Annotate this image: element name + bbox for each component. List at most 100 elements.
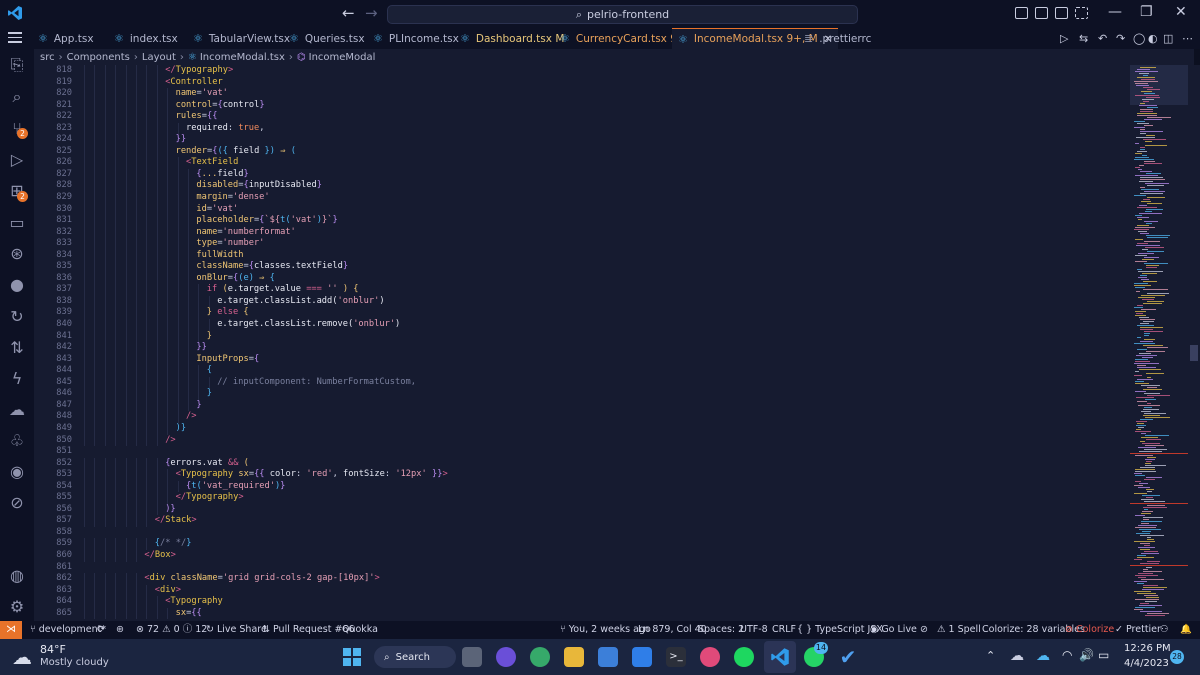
indentation-status[interactable]: Spaces: 2 bbox=[698, 621, 744, 639]
live-share-status[interactable]: ↻ Live Share bbox=[206, 621, 267, 639]
sync-icon[interactable]: ⟳ bbox=[97, 621, 105, 639]
code-line[interactable]: {errors.vat && ( bbox=[82, 457, 1122, 470]
code-line[interactable]: <Typography sx={{ color: 'red', fontSize… bbox=[82, 469, 1122, 481]
breadcrumb-layout[interactable]: Layout bbox=[142, 52, 176, 63]
code-line[interactable]: } bbox=[82, 388, 1122, 400]
minimize-icon[interactable]: — bbox=[1108, 4, 1122, 20]
back-arrow-icon[interactable]: ← bbox=[342, 5, 355, 21]
run-debug-icon[interactable]: ▷ bbox=[7, 150, 27, 170]
file-explorer-icon[interactable] bbox=[564, 647, 584, 667]
battery-icon[interactable]: ▭ bbox=[1098, 648, 1109, 662]
code-line[interactable]: <div> bbox=[82, 584, 1122, 597]
teams-chat-icon[interactable] bbox=[496, 647, 516, 667]
clock-date[interactable]: 4/4/2023 bbox=[1124, 658, 1169, 669]
tree-icon[interactable]: ♧ bbox=[7, 431, 27, 451]
temperature[interactable]: 84°F bbox=[40, 643, 66, 656]
slack-icon[interactable] bbox=[700, 647, 720, 667]
cursor-position[interactable]: Ln 879, Col 40 bbox=[638, 621, 707, 639]
breadcrumb-components[interactable]: Components bbox=[67, 52, 130, 63]
remote-indicator-icon[interactable]: ⋊ bbox=[0, 621, 22, 639]
minimap[interactable] bbox=[1130, 65, 1188, 621]
task-view-icon[interactable] bbox=[462, 647, 482, 667]
edge-tools-icon[interactable]: ◉ bbox=[7, 462, 27, 482]
vertical-scrollbar[interactable] bbox=[1188, 65, 1200, 621]
code-line[interactable]: sx={{ bbox=[82, 607, 1122, 620]
remote-explorer-icon[interactable]: ▭ bbox=[7, 213, 27, 233]
code-line[interactable]: </Stack> bbox=[82, 515, 1122, 527]
code-line[interactable]: }} bbox=[82, 134, 1122, 146]
breadcrumb-file[interactable]: IncomeModal.tsx bbox=[200, 52, 285, 63]
vscode-logo-icon[interactable] bbox=[7, 5, 23, 21]
code-line[interactable]: {t('vat_required')} bbox=[82, 480, 1122, 493]
vscode-taskbar-button[interactable] bbox=[764, 641, 796, 673]
toggle-primary-sidebar-icon[interactable] bbox=[1015, 7, 1028, 19]
code-line[interactable]: disabled={inputDisabled} bbox=[82, 180, 1122, 193]
go-live-status[interactable]: ◉ Go Live bbox=[870, 621, 917, 639]
todo-check-icon[interactable]: ✔ bbox=[838, 647, 858, 667]
tab-index[interactable]: ⚛ index.tsx bbox=[114, 28, 178, 49]
tab-queries[interactable]: ⚛ Queries.tsx bbox=[289, 28, 365, 49]
scrollbar-thumb[interactable] bbox=[1190, 345, 1198, 361]
docker-icon[interactable]: ☁ bbox=[7, 400, 27, 420]
code-line[interactable]: /> bbox=[82, 434, 1122, 447]
notification-center-badge[interactable]: 28 bbox=[1170, 650, 1184, 664]
code-line[interactable]: }} bbox=[82, 342, 1122, 354]
settings-gear-icon[interactable]: ⚙ bbox=[7, 597, 27, 617]
code-line[interactable]: if (e.target.value === '' ) { bbox=[82, 284, 1122, 296]
forward-arrow-icon[interactable]: → bbox=[365, 5, 378, 21]
code-line[interactable]: id='vat' bbox=[82, 203, 1122, 216]
pull-request-status[interactable]: ⇅ Pull Request #66 bbox=[262, 621, 355, 639]
code-line[interactable]: <Controller bbox=[82, 76, 1122, 89]
spotify-icon[interactable] bbox=[734, 647, 754, 667]
restore-icon[interactable]: ❐ bbox=[1140, 4, 1153, 20]
toggle-secondary-sidebar-icon[interactable] bbox=[1055, 7, 1068, 19]
thunder-client-icon[interactable]: ϟ bbox=[7, 369, 27, 389]
feedback-icon[interactable]: ⚇ bbox=[1160, 621, 1169, 639]
gitlens-icon[interactable]: ⊛ bbox=[7, 244, 27, 264]
problems-status[interactable]: ⊗ 72 ⚠ 0 ⓘ 12 bbox=[136, 621, 207, 639]
microsoft-store-icon[interactable] bbox=[598, 647, 618, 667]
search-icon[interactable]: ⌕ bbox=[7, 87, 27, 107]
code-line[interactable]: name='vat' bbox=[82, 88, 1122, 100]
code-line[interactable]: name='numberformat' bbox=[82, 226, 1122, 239]
code-line[interactable]: </Box> bbox=[82, 549, 1122, 562]
live-share-icon[interactable]: ↻ bbox=[7, 307, 27, 327]
code-line[interactable]: )} bbox=[82, 422, 1122, 435]
code-line[interactable]: className={classes.textField} bbox=[82, 261, 1122, 273]
code-editor[interactable]: 818 819 820 821 822 823 824 825 826 827 828 829 830 8… bbox=[34, 65, 1130, 621]
explorer-icon[interactable]: ⎘ bbox=[7, 55, 27, 75]
code-line[interactable] bbox=[82, 527, 1122, 539]
code-line[interactable]: placeholder={`${t('vat')}`} bbox=[82, 215, 1122, 227]
tab-currencycard[interactable]: ⚛ CurrencyCard.tsx 9+ bbox=[560, 28, 686, 49]
copilot-status-icon[interactable]: ⊘ bbox=[920, 621, 928, 639]
show-hidden-icons-chevron-icon[interactable]: ⌃ bbox=[986, 649, 995, 662]
code-line[interactable]: // inputComponent: NumberFormatCustom, bbox=[82, 376, 1122, 389]
terminal-icon[interactable]: >_ bbox=[666, 647, 686, 667]
split-editor-icon[interactable]: ◫ bbox=[1163, 32, 1173, 45]
tab-prettierrc[interactable]: ≣ .prettierrc bbox=[804, 28, 871, 49]
code-line[interactable]: <Typography bbox=[82, 596, 1122, 608]
code-line[interactable]: e.target.classList.remove('onblur') bbox=[82, 319, 1122, 331]
go-forward-change-icon[interactable]: ↷ bbox=[1116, 32, 1125, 45]
toggle-panel-icon[interactable] bbox=[1035, 7, 1048, 19]
code-line[interactable]: } bbox=[82, 330, 1122, 343]
code-line[interactable]: { bbox=[82, 365, 1122, 377]
code-line[interactable]: type='number' bbox=[82, 238, 1122, 250]
quokka-status[interactable]: Quokka bbox=[342, 621, 378, 639]
code-line[interactable]: <TextField bbox=[82, 157, 1122, 169]
weather-cloud-icon[interactable]: ☁ bbox=[12, 645, 32, 669]
gitlens-status-icon[interactable]: ⊛ bbox=[116, 621, 124, 639]
edge-browser-icon[interactable] bbox=[530, 647, 550, 667]
open-changes-icon[interactable]: ◯ bbox=[1133, 32, 1145, 45]
code-line[interactable]: } bbox=[82, 399, 1122, 412]
tab-app[interactable]: ⚛ App.tsx bbox=[38, 28, 94, 49]
customize-layout-icon[interactable] bbox=[1075, 7, 1088, 19]
breadcrumb-src[interactable]: src bbox=[40, 52, 55, 63]
code-line[interactable]: /> bbox=[82, 411, 1122, 423]
close-window-icon[interactable]: ✕ bbox=[1175, 4, 1187, 20]
code-lines[interactable]: </Typography> <Controller name='vat' contro… bbox=[82, 65, 1122, 620]
compare-icon[interactable]: ⇆ bbox=[1079, 32, 1088, 45]
eol-status[interactable]: CRLF bbox=[772, 621, 796, 639]
clock-time[interactable]: 12:26 PM bbox=[1124, 643, 1171, 654]
code-line[interactable]: <div className='grid grid-cols-2 gap-[10… bbox=[82, 573, 1122, 585]
